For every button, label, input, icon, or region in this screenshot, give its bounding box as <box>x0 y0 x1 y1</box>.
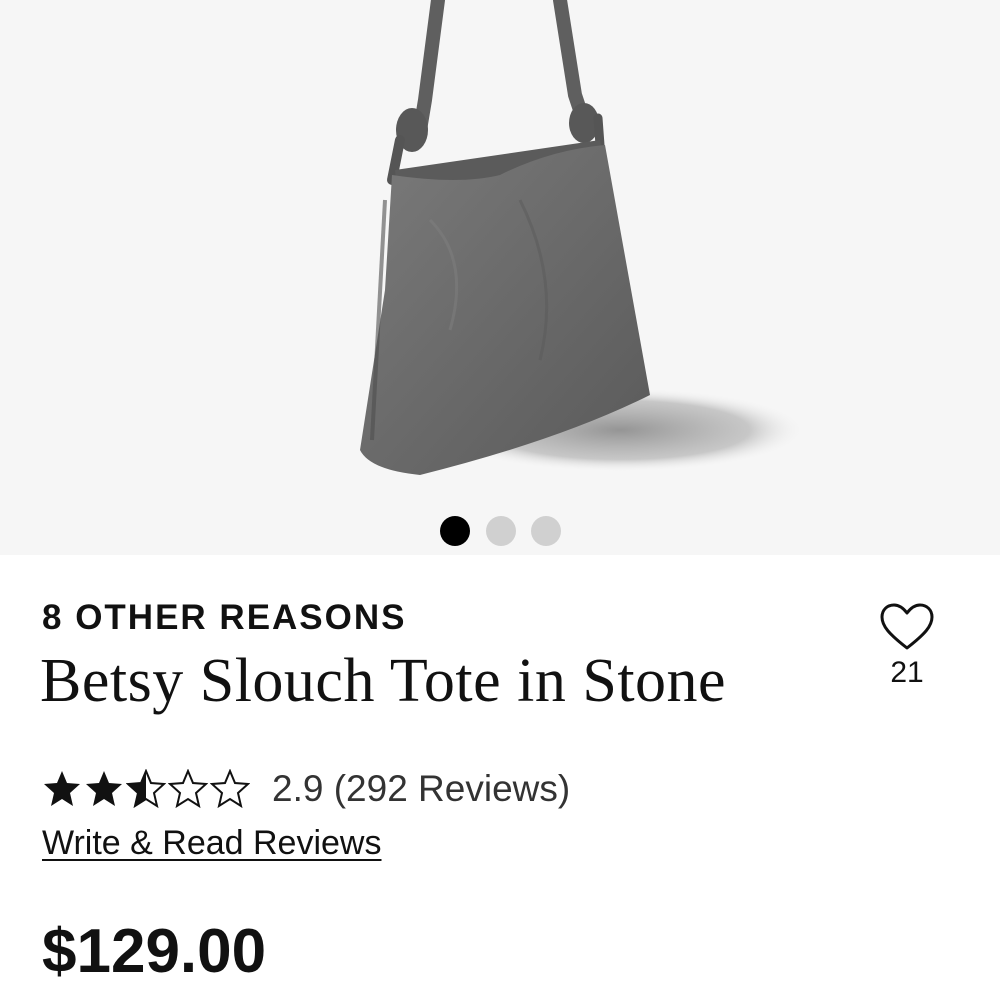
star-rating <box>42 769 250 809</box>
favorite-count: 21 <box>890 656 924 689</box>
product-title: Betsy Slouch Tote in Stone <box>40 647 727 715</box>
star-empty-icon <box>210 769 250 809</box>
product-price: $129.00 <box>42 917 267 986</box>
carousel-dots <box>0 516 1000 548</box>
product-image-gallery[interactable] <box>0 0 1000 555</box>
star-half-icon <box>126 769 166 809</box>
star-empty-icon <box>168 769 208 809</box>
rating-text: 2.9 (292 Reviews) <box>272 768 571 809</box>
favorite-button[interactable]: 21 <box>872 596 942 696</box>
carousel-dot-3[interactable] <box>531 516 561 546</box>
brand-name[interactable]: 8 OTHER REASONS <box>42 598 407 638</box>
product-image-tote-bag <box>360 0 805 475</box>
star-filled-icon <box>44 771 80 806</box>
rating-summary: 2.9 (292 Reviews) <box>42 766 570 812</box>
write-read-reviews-link[interactable]: Write & Read Reviews <box>42 824 382 863</box>
heart-outline-icon <box>880 603 934 650</box>
carousel-dot-1[interactable] <box>440 516 470 546</box>
star-filled-icon <box>86 771 122 806</box>
carousel-dot-2[interactable] <box>486 516 516 546</box>
